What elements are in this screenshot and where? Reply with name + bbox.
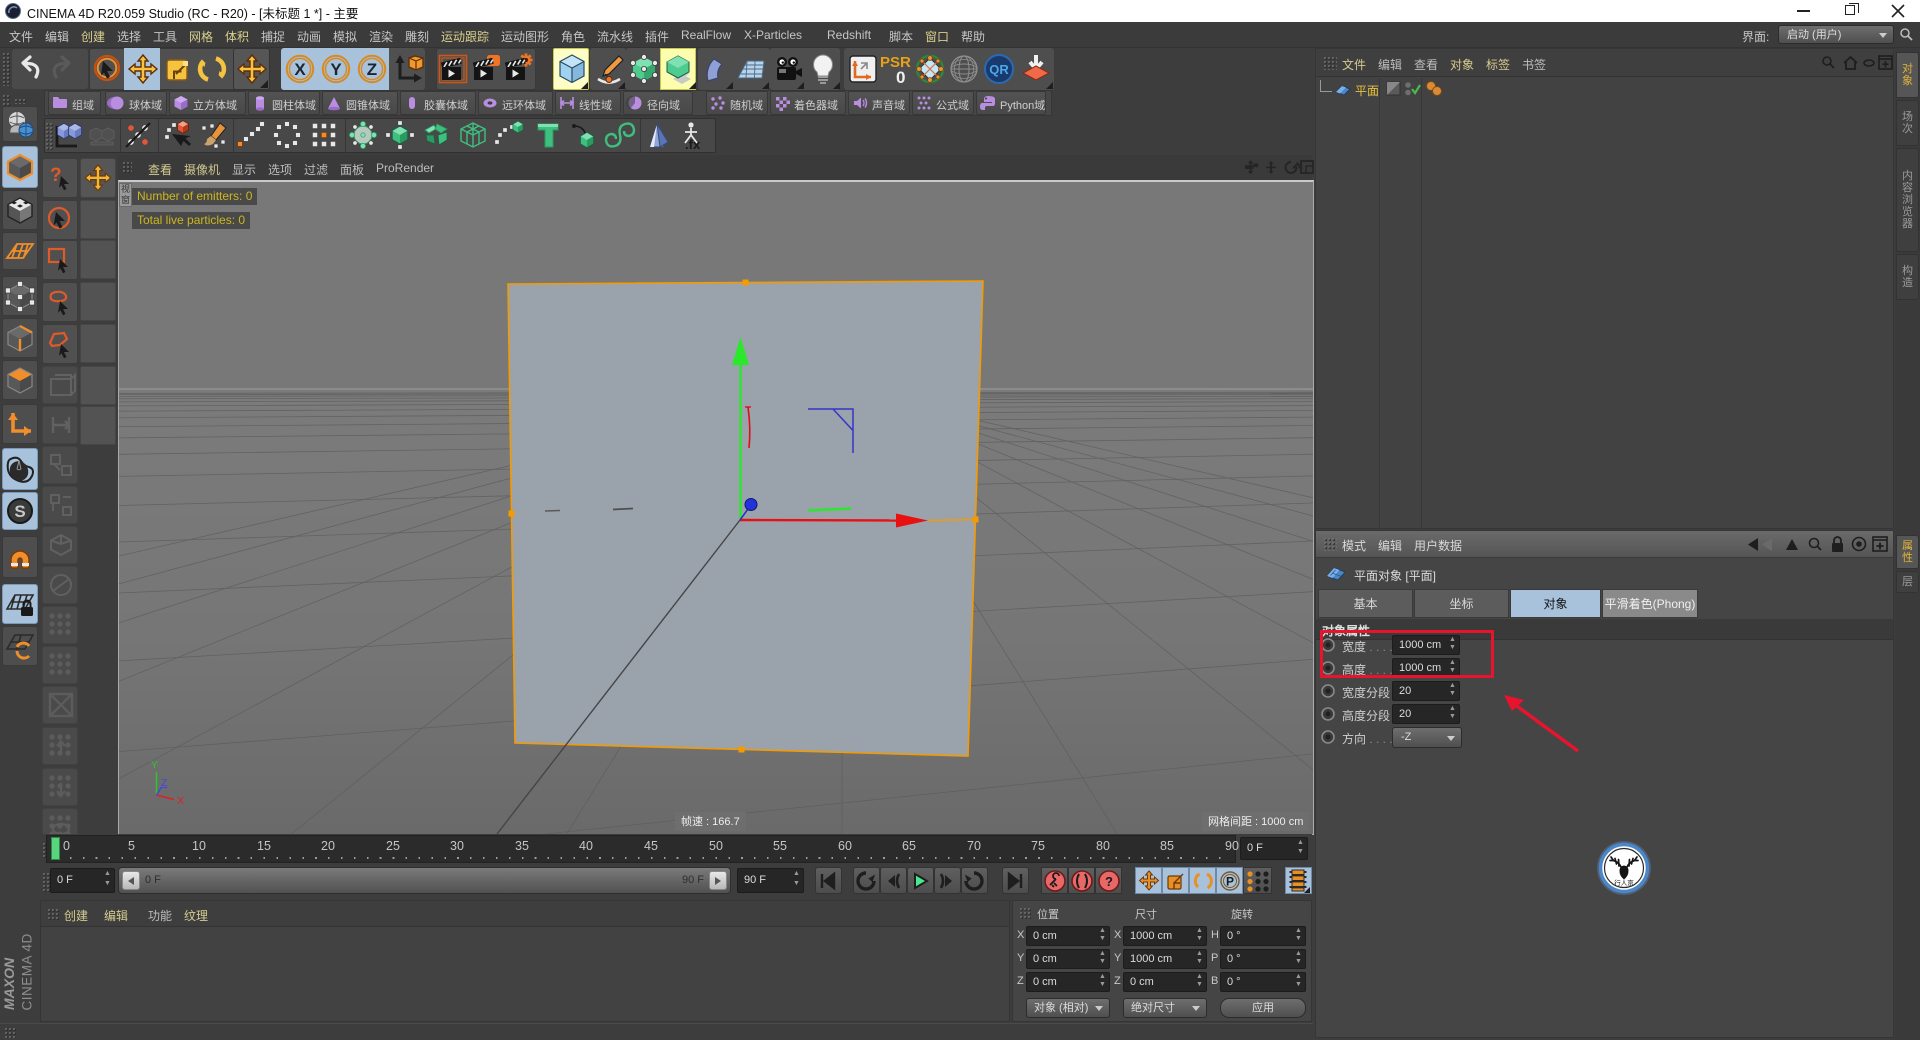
svg-text:Y: Y <box>330 60 342 79</box>
svg-text:.fx: .fx <box>685 137 701 152</box>
svg-text:Z: Z <box>161 777 168 789</box>
svg-text:行人亰: 行人亰 <box>1614 878 1634 887</box>
svg-text:P: P <box>1226 875 1234 889</box>
svg-text:Z: Z <box>367 60 377 79</box>
svg-text:Y: Y <box>151 759 158 771</box>
svg-text:S: S <box>14 502 25 521</box>
svg-text:QR: QR <box>989 62 1009 77</box>
svg-text:0: 0 <box>896 68 905 87</box>
svg-text:?: ? <box>1105 874 1113 889</box>
svg-text:X: X <box>294 60 306 79</box>
svg-text:X: X <box>177 795 184 807</box>
